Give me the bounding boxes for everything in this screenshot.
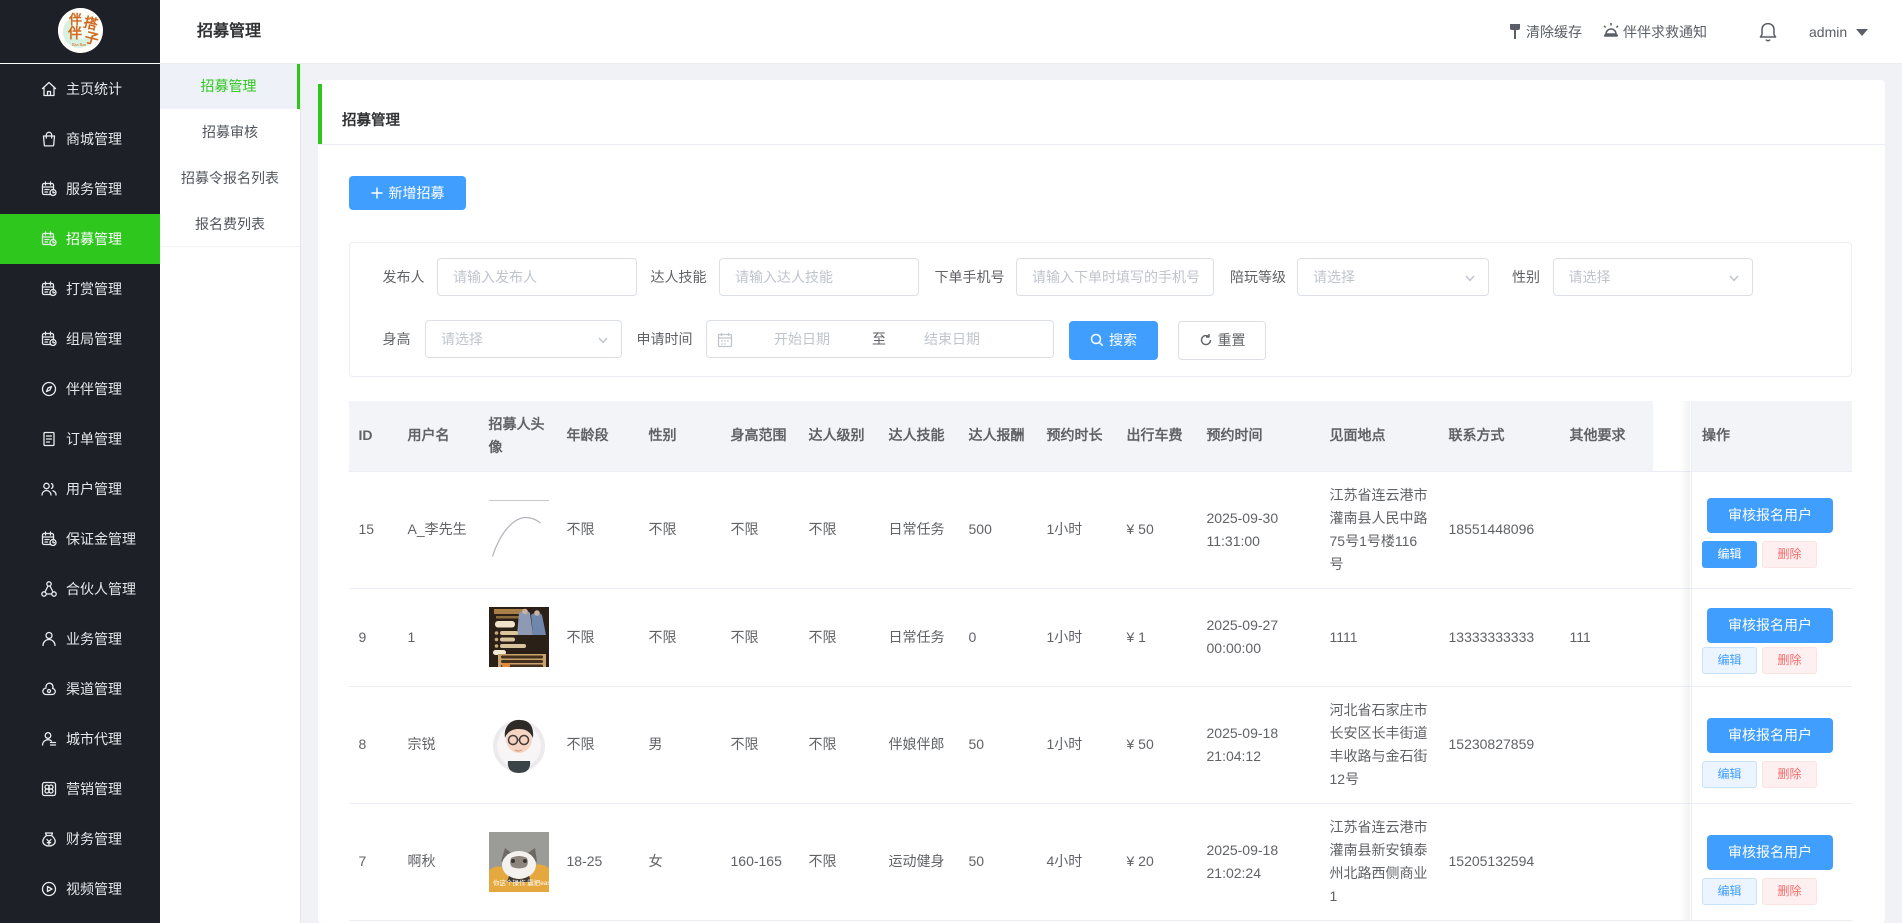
svg-text:伴: 伴 <box>67 25 82 42</box>
svg-text:伴: 伴 <box>68 12 82 27</box>
svg-text:你这个操作 震把easy: 你这个操作 震把easy <box>493 878 549 887</box>
svg-text:Ban Ban: Ban Ban <box>72 42 86 47</box>
